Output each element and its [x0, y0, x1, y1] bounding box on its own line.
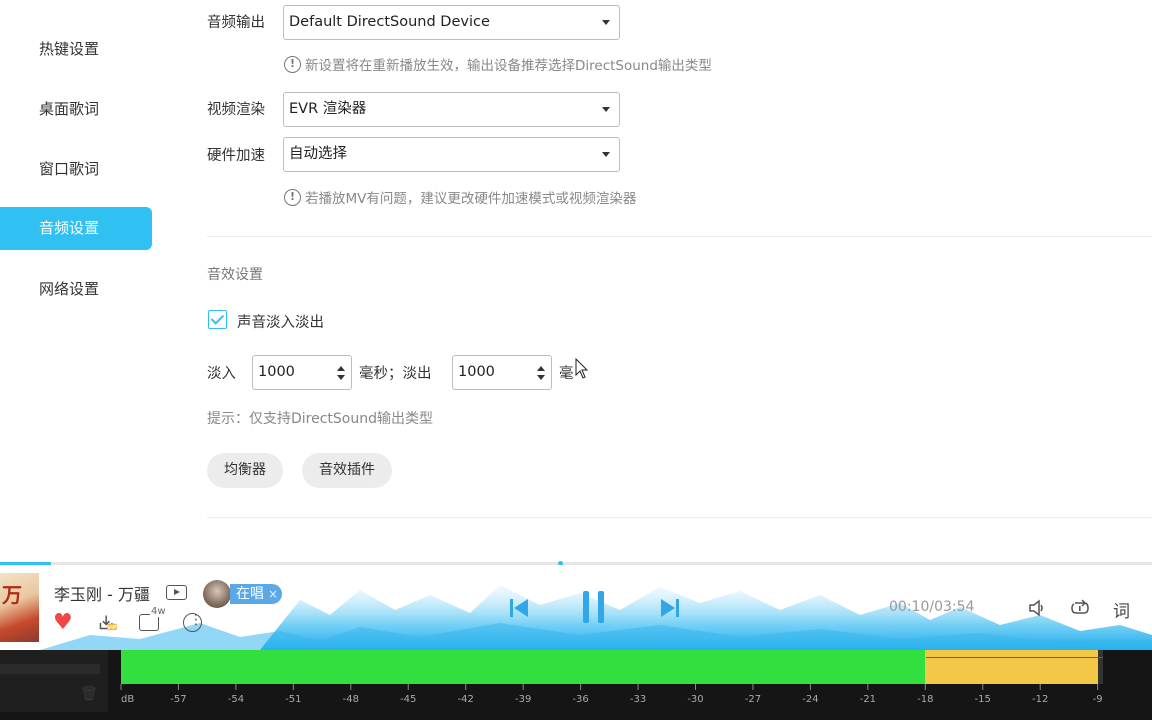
heart-icon[interactable]: ♥ — [53, 612, 73, 634]
sidebar-item-label: 窗口歌词 — [39, 160, 100, 178]
meter-tick-label: -9 — [1093, 694, 1103, 705]
audio-output-select[interactable]: Default DirectSound Device — [283, 5, 620, 40]
mouse-cursor-icon — [575, 358, 589, 379]
comment-count: 4w — [150, 606, 167, 617]
video-render-label: 视频渲染 — [207, 102, 265, 118]
sidebar-item-label: 音频设置 — [39, 219, 100, 237]
download-icon[interactable]: VIP — [97, 613, 117, 631]
fade-out-stepper[interactable]: 1000 — [452, 355, 552, 390]
sidebar-item-label: 热键设置 — [39, 40, 100, 58]
sidebar-item-desktop-lyrics[interactable]: 桌面歌词 — [0, 88, 152, 131]
playback-time: 00:10/03:54 — [889, 599, 975, 615]
meter-tick-label: -27 — [745, 694, 761, 705]
stepper-down-icon[interactable] — [337, 375, 345, 380]
meter-tick-label: -45 — [400, 694, 416, 705]
video-render-select[interactable]: EVR 渲染器 — [283, 92, 620, 127]
meter-scale: dB -57 -54 -51 -48 -45 -42 -39 -36 -33 -30 -27 -24 -… — [120, 684, 1103, 705]
fade-in-value: 1000 — [258, 364, 295, 380]
sidebar-item-audio[interactable]: 音频设置 — [0, 207, 152, 250]
more-icon[interactable] — [183, 612, 203, 632]
meter-tick-label: -12 — [1032, 694, 1048, 705]
level-meter — [121, 650, 1103, 684]
album-cover-text: 万 — [2, 583, 22, 607]
waveform-visualizer — [40, 585, 1152, 650]
meter-tick-label: -54 — [228, 694, 244, 705]
hardware-accel-label: 硬件加速 — [207, 148, 265, 164]
next-icon[interactable] — [659, 597, 681, 619]
hardware-accel-select[interactable]: 自动选择 — [283, 137, 620, 172]
stepper-down-icon[interactable] — [537, 375, 545, 380]
fade-checkbox[interactable] — [208, 310, 227, 329]
audio-output-label: 音频输出 — [207, 15, 265, 31]
video-render-value: EVR 渲染器 — [289, 101, 367, 117]
meter-tick-label: -33 — [630, 694, 646, 705]
hardware-accel-value: 自动选择 — [289, 146, 347, 162]
singing-badge: 在唱 × — [230, 584, 282, 604]
info-icon: ! — [284, 55, 301, 73]
sidebar-item-label: 桌面歌词 — [39, 100, 100, 118]
stepper-up-icon[interactable] — [337, 366, 345, 371]
sound-effects-title: 音效设置 — [207, 267, 263, 283]
meter-tick-label: -30 — [687, 694, 703, 705]
previous-icon[interactable] — [508, 597, 530, 619]
meter-tick-label: -24 — [802, 694, 818, 705]
equalizer-button[interactable]: 均衡器 — [207, 453, 283, 488]
meter-tick-label: -39 — [515, 694, 531, 705]
audio-output-value: Default DirectSound Device — [289, 14, 490, 30]
sidebar-item-network[interactable]: 网络设置 — [0, 268, 152, 311]
section-divider — [207, 517, 1152, 518]
meter-tick-label: -15 — [975, 694, 991, 705]
mv-icon[interactable] — [166, 585, 187, 600]
meter-tick-label: -48 — [343, 694, 359, 705]
settings-window: 热键设置 桌面歌词 窗口歌词 音频设置 网络设置 音频输出 Default Di… — [0, 0, 1152, 720]
meter-side-slot — [0, 664, 100, 674]
lyrics-button[interactable]: 词 — [1113, 597, 1130, 622]
fade-checkbox-label[interactable]: 声音淡入淡出 — [237, 311, 324, 332]
fade-in-label: 淡入 — [207, 366, 236, 382]
hardware-accel-hint: ! 若播放MV有问题，建议更改硬件加速模式或视频渲染器 — [284, 187, 636, 207]
audio-output-hint: ! 新设置将在重新播放生效，输出设备推荐选择DirectSound输出类型 — [284, 54, 712, 74]
meter-tick-label: -51 — [285, 694, 301, 705]
player-bar: 万 李玉刚 - 万疆 在唱 × ♥ VIP 4w ⋮ 00:10/03:54 词 — [0, 565, 1152, 650]
settings-sidebar: 热键设置 桌面歌词 窗口歌词 音频设置 网络设置 — [0, 0, 152, 562]
meter-tick-label: -42 — [458, 694, 474, 705]
meter-tick-label: -21 — [860, 694, 876, 705]
chevron-down-icon — [602, 20, 610, 25]
fade-out-label: 毫秒；淡出 — [359, 366, 432, 382]
meter-tick-label: -36 — [572, 694, 588, 705]
effect-plugins-button[interactable]: 音效插件 — [302, 453, 392, 488]
meter-yellow-segment — [925, 650, 1098, 684]
album-cover[interactable]: 万 — [0, 573, 39, 642]
singing-badge-label: 在唱 — [236, 586, 264, 602]
meter-tick-label: -57 — [170, 694, 186, 705]
volume-icon[interactable] — [1028, 599, 1046, 617]
stepper-up-icon[interactable] — [537, 366, 545, 371]
audio-output-hint-text: 新设置将在重新播放生效，输出设备推荐选择DirectSound输出类型 — [305, 58, 712, 74]
vip-badge-text: VIP — [107, 625, 117, 631]
meter-green-segment — [121, 650, 926, 684]
pause-icon[interactable] — [581, 589, 607, 625]
sidebar-item-hotkeys[interactable]: 热键设置 — [0, 28, 152, 71]
hardware-accel-hint-text: 若播放MV有问题，建议更改硬件加速模式或视频渲染器 — [305, 191, 637, 207]
meter-unit-label: dB — [121, 694, 134, 705]
info-icon: ! — [284, 188, 301, 206]
avatar — [203, 580, 231, 608]
meter-peak-line — [926, 657, 1103, 658]
level-meter-panel: 🗑 dB -57 -54 -51 -48 -45 -42 -39 -36 -33 -30 -27 -2… — [0, 650, 1152, 720]
sidebar-item-window-lyrics[interactable]: 窗口歌词 — [0, 148, 152, 191]
fade-in-stepper[interactable]: 1000 — [252, 355, 352, 390]
song-title[interactable]: 李玉刚 - 万疆 — [54, 581, 150, 605]
directsound-tip: 提示：仅支持DirectSound输出类型 — [207, 411, 434, 427]
meter-tick-label: -18 — [917, 694, 933, 705]
chevron-down-icon — [602, 152, 610, 157]
chevron-down-icon — [602, 107, 610, 112]
sidebar-item-label: 网络设置 — [39, 280, 100, 298]
loop-icon[interactable] — [1070, 598, 1090, 618]
fade-out-value: 1000 — [458, 364, 495, 380]
close-icon[interactable]: × — [268, 584, 278, 604]
section-divider — [207, 236, 1152, 237]
fade-unit-label: 毫 — [559, 366, 574, 382]
